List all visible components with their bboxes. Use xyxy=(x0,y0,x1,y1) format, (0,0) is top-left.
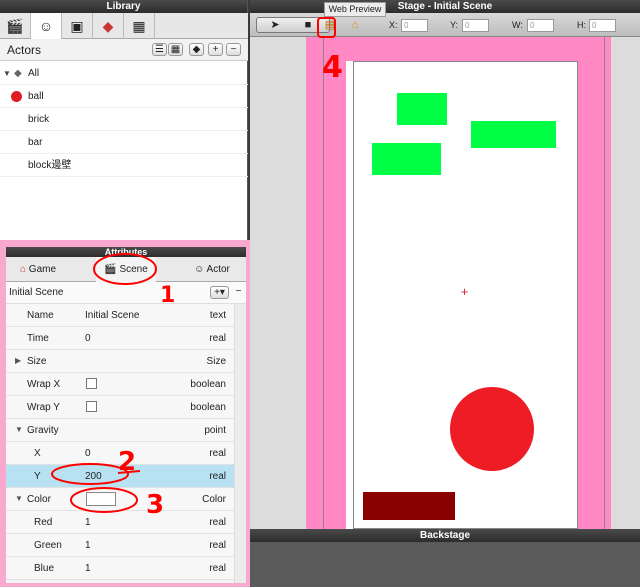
attributes-title: Attributes xyxy=(6,247,246,257)
palette-icon[interactable]: ◆ xyxy=(93,13,124,39)
x-label: X: xyxy=(389,20,398,30)
clapboard-icon: 🎬 xyxy=(104,264,117,275)
web-preview-icon[interactable]: ▤ xyxy=(320,18,340,32)
attributes-panel: Attributes ⌂ Game 🎬 Scene ☺ Actor Initia… xyxy=(0,240,250,587)
attr-row-wrap-x[interactable]: Wrap X boolean xyxy=(6,373,246,396)
crosshair-icon: + xyxy=(460,284,469,299)
stage-toolbar: ➤ ■ ▤ ⌂ X: 0 Y: 0 W: 0 H: 0 xyxy=(250,13,640,37)
actor-label: bar xyxy=(28,137,43,148)
attributes-scrollbar[interactable] xyxy=(234,304,246,583)
color-swatch[interactable] xyxy=(86,492,116,506)
actor-label: brick xyxy=(28,114,50,125)
grid-view-button[interactable]: ▦ xyxy=(168,43,183,56)
actor-item-block[interactable]: block邊壁 xyxy=(0,154,248,177)
tab-actor[interactable]: ☺ Actor xyxy=(182,257,242,282)
tag-icon: ◆ xyxy=(14,68,22,79)
annotation-number: 4 xyxy=(322,50,343,85)
attributes-tabs: ⌂ Game 🎬 Scene ☺ Actor xyxy=(6,257,246,282)
x-field[interactable]: 0 xyxy=(401,19,428,32)
backstage-title: Backstage xyxy=(250,529,640,542)
y-field[interactable]: 0 xyxy=(462,19,489,32)
annotation-number: 3 xyxy=(146,490,165,520)
tab-label: Scene xyxy=(119,264,148,275)
tab-label: Actor xyxy=(206,264,230,275)
collapse-arrow-icon[interactable]: ▼ xyxy=(15,425,23,434)
actor-label: block邊壁 xyxy=(28,160,72,171)
actor-item-ball[interactable]: ball xyxy=(0,85,248,108)
attr-row-gravity[interactable]: ▼ Gravity point xyxy=(6,419,246,442)
actor-item-all[interactable]: ▼ ◆ All xyxy=(0,62,248,85)
actors-bar: Actors ☰ ▦ ◆ + − xyxy=(0,39,248,61)
add-attribute-button[interactable]: +▾ xyxy=(210,286,229,299)
actor-item-bar[interactable]: bar xyxy=(0,131,248,154)
web-preview-tooltip: Web Preview xyxy=(324,2,386,17)
y-label: Y: xyxy=(450,20,459,30)
actor-label: All xyxy=(28,68,40,79)
tab-label: Game xyxy=(28,264,57,275)
attr-row-name[interactable]: Name Initial Scene text xyxy=(6,304,246,327)
camera-icon[interactable]: ■ xyxy=(298,18,318,32)
home-icon[interactable]: ⌂ xyxy=(345,18,365,32)
image-icon[interactable]: ▣ xyxy=(62,13,93,39)
w-label: W: xyxy=(512,20,523,30)
table-icon[interactable]: ▦ xyxy=(124,13,155,39)
annotation-number: 1 xyxy=(160,283,176,308)
scene-row: Initial Scene +▾ − xyxy=(6,282,246,304)
attr-row-red[interactable]: Red 1 real xyxy=(6,511,246,534)
list-view-button[interactable]: ☰ xyxy=(152,43,167,56)
brick-actor[interactable] xyxy=(397,93,447,125)
brick-actor[interactable] xyxy=(471,121,556,148)
stage-title: Stage - Initial Scene xyxy=(250,0,640,13)
tag-button[interactable]: ◆ xyxy=(189,43,204,56)
red-circle-icon xyxy=(11,91,22,102)
attr-row-wrap-y[interactable]: Wrap Y boolean xyxy=(6,396,246,419)
brick-actor[interactable] xyxy=(372,143,441,175)
attr-row-green[interactable]: Green 1 real xyxy=(6,534,246,557)
library-tabs: 🎬 ☺ ▣ ◆ ▦ xyxy=(0,13,248,39)
remove-actor-button[interactable]: − xyxy=(226,43,241,56)
expand-arrow-icon[interactable]: ▶ xyxy=(15,356,21,365)
collapse-arrow-icon[interactable]: ▼ xyxy=(15,494,23,503)
ball-actor[interactable] xyxy=(450,387,534,471)
scene-name: Initial Scene xyxy=(9,287,64,298)
w-field[interactable]: 0 xyxy=(527,19,554,32)
house-icon: ⌂ xyxy=(19,264,27,275)
clapboard-icon[interactable]: 🎬 xyxy=(0,13,31,39)
actor-label: ball xyxy=(28,91,44,102)
remove-attribute-button[interactable]: − xyxy=(232,286,245,299)
attr-row-blue[interactable]: Blue 1 real xyxy=(6,557,246,580)
mask-icon[interactable]: ☺ xyxy=(31,13,62,39)
actor-item-brick[interactable]: brick xyxy=(0,108,248,131)
arrow-icon[interactable]: ➤ xyxy=(265,18,285,32)
tab-scene[interactable]: 🎬 Scene xyxy=(96,257,156,282)
attr-row-time[interactable]: Time 0 real xyxy=(6,327,246,350)
mask-icon: ☺ xyxy=(194,264,205,275)
h-label: H: xyxy=(577,20,586,30)
h-field[interactable]: 0 xyxy=(589,19,616,32)
bar-actor[interactable] xyxy=(363,492,455,520)
wrap-x-checkbox[interactable] xyxy=(86,378,97,389)
backstage-area[interactable] xyxy=(250,542,640,587)
annotation-number: 2 xyxy=(118,447,137,477)
library-title: Library xyxy=(0,0,247,13)
attr-row-size[interactable]: ▶ Size Size xyxy=(6,350,246,373)
expand-arrow-icon: ▼ xyxy=(3,69,11,78)
wrap-y-checkbox[interactable] xyxy=(86,401,97,412)
attr-row-color[interactable]: ▼ Color Color xyxy=(6,488,246,511)
tab-game[interactable]: ⌂ Game xyxy=(8,257,68,282)
add-actor-button[interactable]: + xyxy=(208,43,223,56)
library-panel: Library 🎬 ☺ ▣ ◆ ▦ Actors ☰ ▦ ◆ + − ▼ ◆ A… xyxy=(0,0,248,240)
actors-label: Actors xyxy=(7,43,42,57)
